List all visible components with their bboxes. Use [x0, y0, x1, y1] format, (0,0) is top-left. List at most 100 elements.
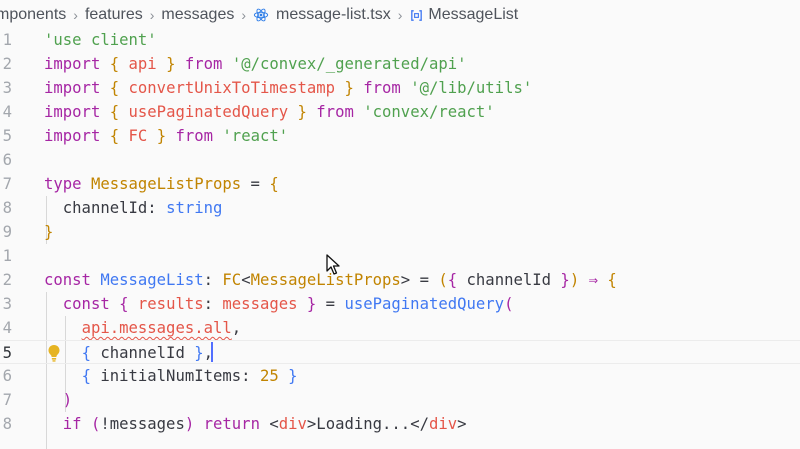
- code-line[interactable]: 4 api.messages.all,: [0, 316, 800, 340]
- code-line[interactable]: 4 import { usePaginatedQuery } from 'conv…: [0, 100, 800, 124]
- code-token: {: [607, 271, 617, 289]
- code-token: import: [44, 79, 101, 97]
- code-text: api.messages.all,: [44, 316, 242, 340]
- code-token: messages: [222, 295, 298, 313]
- code-token: {: [109, 79, 120, 97]
- code-token: ⇒: [588, 271, 598, 289]
- code-token: from: [184, 55, 223, 73]
- breadcrumb-item-symbol[interactable]: MessageList: [428, 6, 518, 24]
- code-text: if (!messages) return <div>Loading...</d…: [44, 412, 467, 436]
- breadcrumb-item-file[interactable]: message-list.tsx: [276, 6, 391, 24]
- code-line[interactable]: 9}: [0, 220, 800, 244]
- line-number: 3: [2, 79, 12, 97]
- code-line[interactable]: 5 import { FC } from 'react': [0, 124, 800, 148]
- line-number: 1: [2, 31, 12, 49]
- breadcrumb-item-features[interactable]: features: [85, 6, 143, 24]
- react-icon: [253, 8, 269, 22]
- code-token: usePaginatedQuery: [344, 295, 505, 313]
- code-editor[interactable]: mponents › features › messages › message…: [0, 0, 800, 449]
- code-token: {: [269, 175, 279, 193]
- code-token: (: [504, 295, 514, 313]
- code-line[interactable]: 8 channelId: string: [0, 196, 800, 220]
- code-token: ): [62, 391, 73, 409]
- code-line[interactable]: 7 type MessageListProps = {: [0, 172, 800, 196]
- code-token: :: [147, 199, 167, 217]
- code-token: api: [128, 55, 157, 73]
- code-text: { initialNumItems: 25 }: [44, 364, 298, 388]
- code-text: { channelId },: [44, 341, 213, 365]
- line-number: 2: [2, 55, 12, 73]
- code-line[interactable]: 7 ): [0, 388, 800, 412]
- line-number: 2: [2, 271, 12, 289]
- code-text: import { FC } from 'react': [44, 124, 288, 148]
- code-token: <: [241, 271, 251, 289]
- code-line[interactable]: 5 { channelId },: [0, 340, 800, 364]
- code-token: MessageList: [100, 271, 204, 289]
- code-token: FC: [222, 271, 242, 289]
- code-text: import { convertUnixToTimestamp } from '…: [44, 76, 532, 100]
- line-number: 3: [2, 295, 12, 313]
- code-token: channelId: [90, 344, 195, 362]
- code-line[interactable]: 2 const MessageList: FC<MessageListProps>…: [0, 268, 800, 292]
- code-token: (: [438, 271, 448, 289]
- code-token: }: [288, 367, 298, 385]
- code-token: div: [428, 415, 458, 433]
- line-number: 7: [2, 391, 12, 409]
- code-token: '@/convex/_generated/api': [231, 55, 467, 73]
- breadcrumb-separator: ›: [149, 7, 155, 23]
- code-token: }: [297, 103, 307, 121]
- code-line[interactable]: 3 const { results: messages } = usePagin…: [0, 292, 800, 316]
- code-line[interactable]: 6 { initialNumItems: 25 }: [0, 364, 800, 388]
- breadcrumb-separator: ›: [397, 7, 403, 23]
- line-number: 6: [2, 367, 12, 385]
- code-token: '@/lib/utils': [410, 79, 533, 97]
- code-token: div: [278, 415, 307, 433]
- error-squiggle-token: api.messages.all: [81, 319, 232, 337]
- code-token: :: [203, 271, 223, 289]
- breadcrumb-item-components[interactable]: mponents: [0, 6, 66, 24]
- breadcrumb-item-messages[interactable]: messages: [161, 6, 234, 24]
- code-token: (: [90, 415, 101, 433]
- code-token: 'use client': [44, 31, 157, 49]
- line-number: 6: [2, 151, 12, 169]
- code-token: >: [457, 415, 467, 433]
- code-token: from: [175, 127, 214, 145]
- line-number: 7: [2, 175, 12, 193]
- code-token: !messages: [100, 415, 185, 433]
- code-line[interactable]: 6: [0, 148, 800, 172]
- code-token: {: [119, 295, 129, 313]
- code-token: }: [156, 127, 167, 145]
- code-token: 'convex/react': [363, 103, 495, 121]
- code-line[interactable]: 3 import { convertUnixToTimestamp } from …: [0, 76, 800, 100]
- code-text: }: [44, 220, 53, 244]
- code-token: type: [44, 175, 82, 193]
- code-token: {: [447, 271, 458, 289]
- code-token: }: [560, 271, 570, 289]
- code-token: string: [166, 199, 223, 217]
- code-token: {: [81, 344, 91, 362]
- code-line[interactable]: 1: [0, 244, 800, 268]
- code-token: ): [569, 271, 580, 289]
- code-line[interactable]: 1 'use client': [0, 28, 800, 52]
- code-token: :: [203, 295, 223, 313]
- code-line[interactable]: 2 import { api } from '@/convex/_generate…: [0, 52, 800, 76]
- code-token: initialNumItems:: [90, 367, 260, 385]
- code-token: import: [44, 103, 101, 121]
- line-number: 4: [2, 319, 12, 337]
- code-line[interactable]: 8 if (!messages) return <div>Loading...<…: [0, 412, 800, 436]
- code-area[interactable]: 1 'use client' 2 import { api } from '@/con…: [0, 28, 800, 449]
- code-token: channelId: [457, 271, 561, 289]
